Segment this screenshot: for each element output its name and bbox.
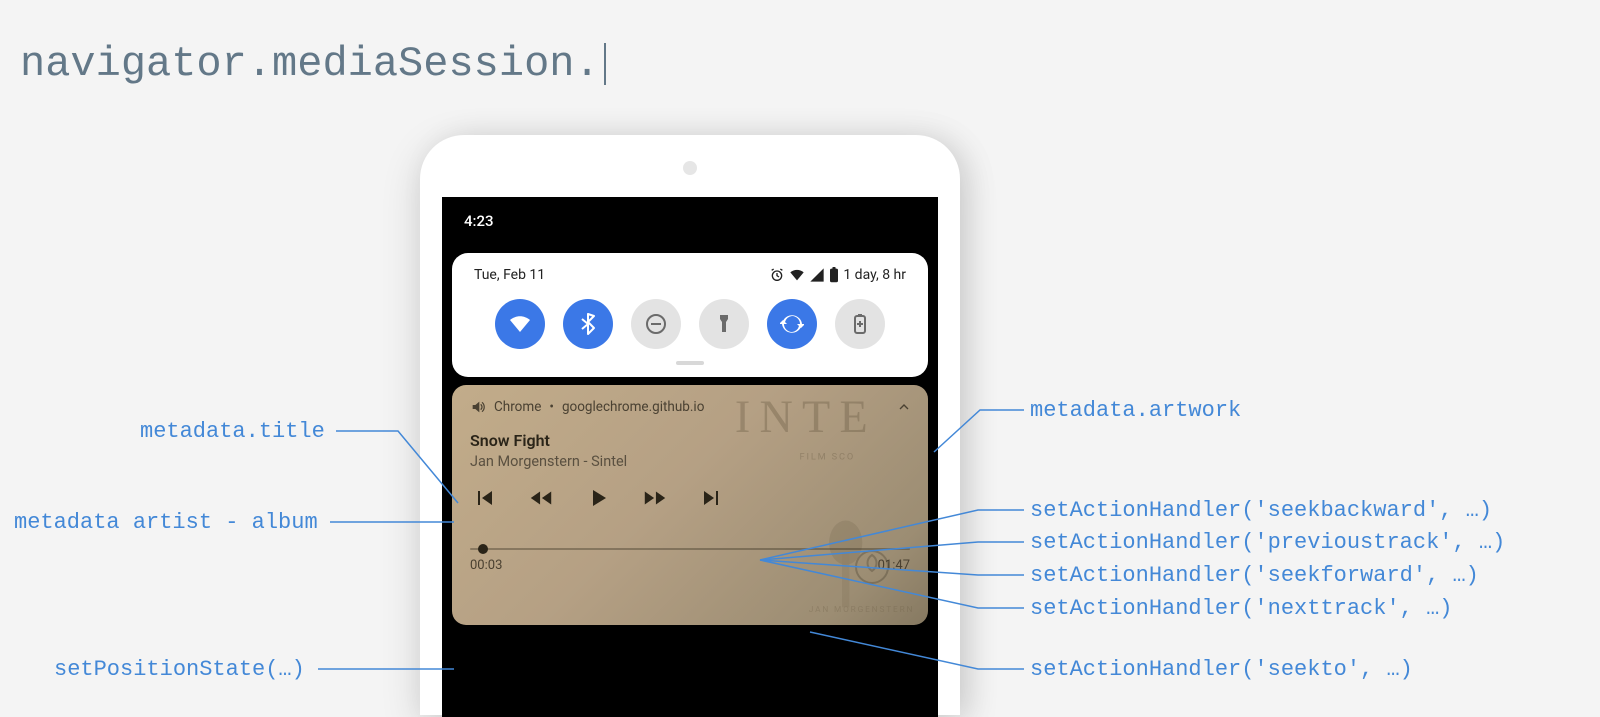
status-bar: 4:23 <box>442 197 938 245</box>
quick-settings-tiles <box>468 295 912 349</box>
qs-tile-wifi[interactable] <box>495 299 545 349</box>
chevron-up-icon <box>896 399 912 415</box>
qs-tile-autorotate[interactable] <box>767 299 817 349</box>
media-notification: INTE FILM SCO JAN MORGENSTERN Chrome • g… <box>452 385 928 625</box>
media-controls <box>470 486 910 514</box>
anno-nexttrack: setActionHandler('nexttrack', …) <box>1030 596 1452 621</box>
media-source-app: Chrome <box>494 399 541 415</box>
anno-seekbackward: setActionHandler('seekbackward', …) <box>1030 498 1492 523</box>
anno-set-position-state: setPositionState(…) <box>54 657 305 682</box>
anno-seekto: setActionHandler('seekto', …) <box>1030 657 1413 682</box>
phone-speaker <box>683 161 697 175</box>
battery-remaining-text: 1 day, 8 hr <box>843 267 906 283</box>
anno-metadata-artwork: metadata.artwork <box>1030 398 1241 423</box>
qs-tile-battery-saver[interactable] <box>835 299 885 349</box>
quick-settings-date: Tue, Feb 11 <box>474 267 545 283</box>
quick-settings-status-icons: 1 day, 8 hr <box>769 267 906 283</box>
quick-settings-drag-handle[interactable] <box>676 361 704 365</box>
rotate-icon <box>780 312 804 336</box>
media-progress: 00:03 01:47 <box>470 548 910 573</box>
collapse-button[interactable] <box>896 399 912 419</box>
play-button[interactable] <box>586 486 610 514</box>
media-source-sep: • <box>549 399 554 415</box>
anno-previoustrack: setActionHandler('previoustrack', …) <box>1030 530 1505 555</box>
skip-next-icon <box>700 486 724 510</box>
skip-previous-icon <box>472 486 496 510</box>
dnd-icon <box>644 312 668 336</box>
media-title: Snow Fight <box>470 431 910 450</box>
forward-button[interactable] <box>642 486 668 514</box>
media-source-row: Chrome • googlechrome.github.io <box>470 399 910 415</box>
quick-settings-panel: Tue, Feb 11 1 day, 8 hr <box>452 253 928 377</box>
rewind-button[interactable] <box>528 486 554 514</box>
bluetooth-icon <box>576 312 600 336</box>
wifi-icon <box>789 267 805 283</box>
anno-metadata-artist-album: metadata artist - album <box>14 510 318 535</box>
header-code: navigator.mediaSession. <box>20 40 606 88</box>
battery-icon <box>829 267 839 283</box>
status-time: 4:23 <box>464 212 494 230</box>
fast-forward-icon <box>642 486 668 510</box>
time-elapsed: 00:03 <box>470 558 502 573</box>
progress-thumb[interactable] <box>478 544 488 554</box>
media-times: 00:03 01:47 <box>470 558 910 573</box>
artwork-emblem-icon <box>854 549 890 585</box>
alarm-icon <box>769 267 785 283</box>
phone-mockup: 4:23 Tue, Feb 11 1 day, 8 hr <box>420 135 960 715</box>
wifi-icon <box>508 312 532 336</box>
phone-screen: 4:23 Tue, Feb 11 1 day, 8 hr <box>442 197 938 717</box>
text-cursor <box>604 43 606 85</box>
svg-text:JAN MORGENSTERN: JAN MORGENSTERN <box>809 605 915 615</box>
qs-tile-bluetooth[interactable] <box>563 299 613 349</box>
flashlight-icon <box>712 312 736 336</box>
play-icon <box>586 486 610 510</box>
media-source-host: googlechrome.github.io <box>562 399 704 415</box>
previous-track-button[interactable] <box>472 486 496 514</box>
qs-tile-dnd[interactable] <box>631 299 681 349</box>
volume-icon <box>470 399 486 415</box>
battery-saver-icon <box>848 312 872 336</box>
qs-tile-flashlight[interactable] <box>699 299 749 349</box>
progress-track[interactable] <box>470 548 910 550</box>
next-track-button[interactable] <box>700 486 724 514</box>
signal-icon <box>809 267 825 283</box>
header-code-text: navigator.mediaSession. <box>20 40 600 88</box>
fast-rewind-icon <box>528 486 554 510</box>
quick-settings-header: Tue, Feb 11 1 day, 8 hr <box>468 267 912 295</box>
anno-metadata-title: metadata.title <box>140 419 325 444</box>
anno-seekforward: setActionHandler('seekforward', …) <box>1030 563 1479 588</box>
media-subtitle: Jan Morgenstern - Sintel <box>470 453 910 470</box>
